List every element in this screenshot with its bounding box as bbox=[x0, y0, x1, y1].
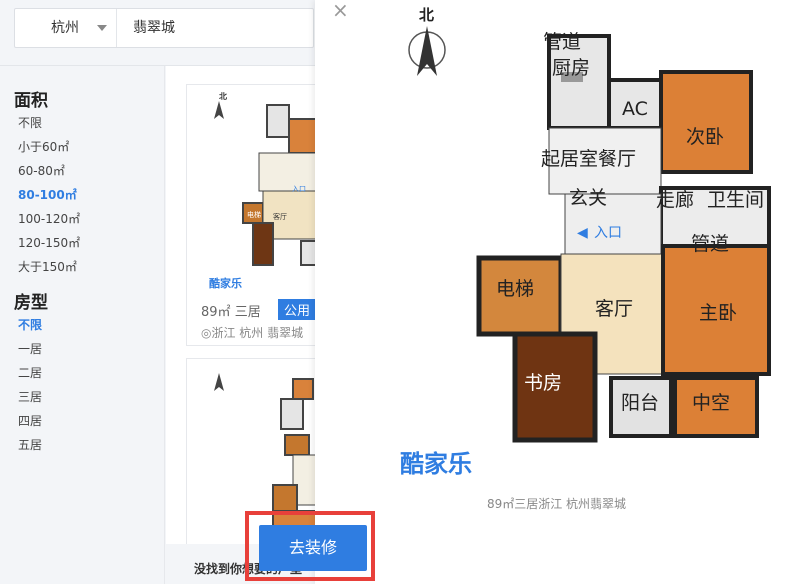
room-elevator: 电梯 bbox=[496, 278, 534, 300]
card-area: 89㎡ 三居 bbox=[201, 301, 261, 320]
go-decorate-button[interactable]: 去装修 bbox=[259, 525, 367, 571]
card-badge: 公用 bbox=[278, 299, 317, 320]
layout-filter-title: 房型 bbox=[14, 293, 48, 313]
layout-option-5[interactable]: 五居 bbox=[18, 436, 42, 453]
layout-option-2[interactable]: 二居 bbox=[18, 364, 42, 381]
search-box: 杭州 bbox=[14, 8, 314, 48]
room-pipe-top: 管道 bbox=[543, 31, 581, 53]
room-bathroom: 卫生间 bbox=[707, 189, 764, 211]
results-list: 北 电梯 客厅 入口 酷家乐 89㎡ 三居 公用 ◎浙江 杭州 翡翠城 bbox=[166, 66, 326, 584]
layout-option-4[interactable]: 四居 bbox=[18, 412, 42, 429]
plan-caption: 89㎡三居浙江 杭州翡翠城 bbox=[486, 497, 627, 511]
entrance-arrow-icon: ◀ bbox=[577, 225, 588, 241]
room-foyer: 玄关 bbox=[569, 187, 607, 209]
layout-option-1[interactable]: 一居 bbox=[18, 340, 42, 357]
layout-option-any[interactable]: 不限 bbox=[18, 316, 42, 333]
floorplan-thumbnail: 北 电梯 客厅 入口 酷家乐 bbox=[209, 91, 320, 290]
city-select-label: 杭州 bbox=[51, 20, 79, 36]
card-rooms: 三居 bbox=[234, 305, 261, 320]
room-entrance: 入口 bbox=[594, 225, 622, 241]
room-second-bedroom: 次卧 bbox=[686, 126, 724, 148]
brand-logo: 酷家乐 bbox=[400, 450, 472, 478]
room-study: 书房 bbox=[524, 372, 562, 394]
room-pipe: 管道 bbox=[691, 233, 729, 255]
area-option-lt60[interactable]: 小于60㎡ bbox=[18, 138, 69, 155]
search-input[interactable] bbox=[119, 9, 309, 47]
room-ac: AC bbox=[622, 98, 648, 120]
floorplan-image: 北 管道 厨房 AC 次卧 起居室餐厅 玄关 走廊 卫生间 ◀ 入口 管道 电梯… bbox=[400, 6, 771, 478]
thumb-elevator-label: 电梯 bbox=[247, 210, 261, 219]
area-filter-title: 面积 bbox=[14, 91, 48, 111]
area-option-80-100[interactable]: 80-100㎡ bbox=[18, 186, 77, 203]
thumb-entrance-label: 入口 bbox=[292, 185, 306, 193]
thumb-living-label: 客厅 bbox=[273, 212, 287, 221]
room-living-dining: 起居室餐厅 bbox=[541, 148, 636, 170]
card-area-value: 89㎡ bbox=[201, 305, 231, 320]
svg-text:北: 北 bbox=[219, 91, 227, 101]
room-void: 中空 bbox=[692, 392, 730, 414]
filter-panel: 面积 不限 小于60㎡ 60-80㎡ 80-100㎡ 100-120㎡ 120-… bbox=[0, 66, 165, 584]
area-option-100-120[interactable]: 100-120㎡ bbox=[18, 210, 80, 227]
location-pin-icon: ◎ bbox=[201, 326, 212, 340]
card-location: ◎浙江 杭州 翡翠城 bbox=[201, 324, 303, 341]
area-option-gt150[interactable]: 大于150㎡ bbox=[18, 258, 77, 275]
area-option-120-150[interactable]: 120-150㎡ bbox=[18, 234, 80, 251]
thumb-brand-logo: 酷家乐 bbox=[209, 276, 242, 290]
room-living-room: 客厅 bbox=[595, 298, 633, 320]
area-option-any[interactable]: 不限 bbox=[18, 114, 42, 131]
layout-option-3[interactable]: 三居 bbox=[18, 388, 42, 405]
north-label: 北 bbox=[419, 6, 434, 24]
room-corridor: 走廊 bbox=[656, 189, 694, 211]
area-option-60-80[interactable]: 60-80㎡ bbox=[18, 162, 65, 179]
card-location-text: 浙江 杭州 翡翠城 bbox=[211, 326, 304, 340]
room-master-bedroom: 主卧 bbox=[699, 302, 737, 324]
floorplan-modal: × 北 管道 厨房 AC 次卧 起居室餐厅 玄关 走廊 卫生间 ◀ 入口 管道 … bbox=[315, 0, 798, 584]
floorplan-card[interactable]: 北 电梯 客厅 入口 酷家乐 89㎡ 三居 公用 ◎浙江 杭州 翡翠城 bbox=[186, 84, 326, 346]
chevron-down-icon[interactable] bbox=[97, 25, 107, 31]
room-balcony: 阳台 bbox=[621, 392, 659, 414]
room-kitchen: 厨房 bbox=[552, 57, 590, 79]
